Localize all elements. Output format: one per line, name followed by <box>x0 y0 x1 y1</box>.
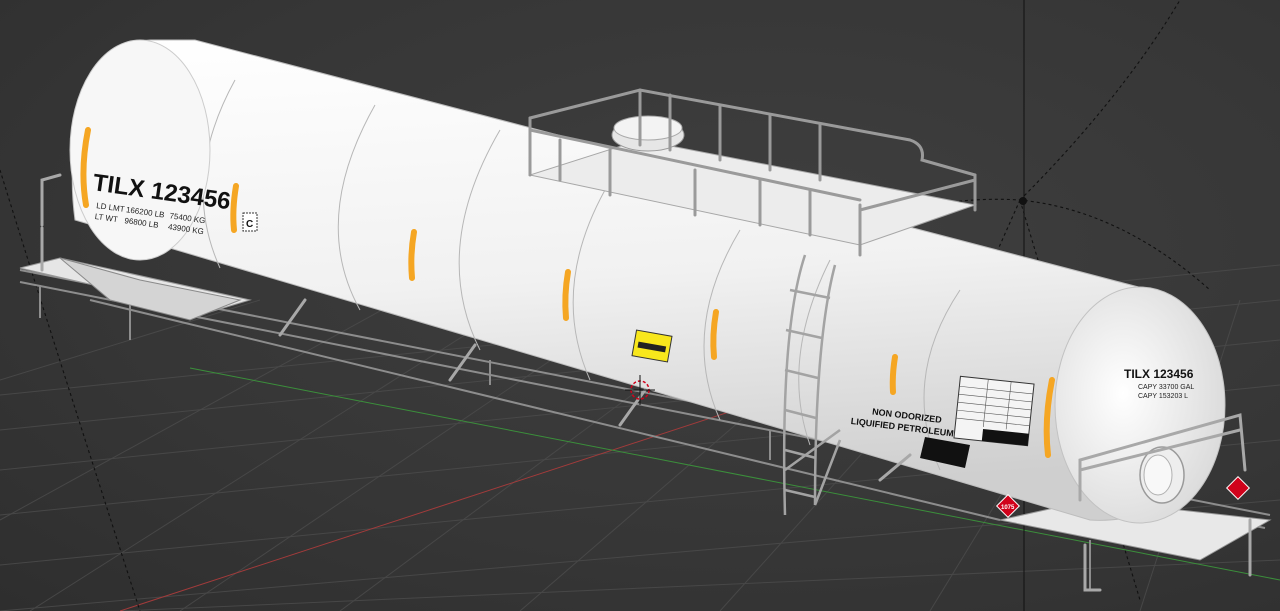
reporting-mark-end: TILX 123456 <box>1124 367 1194 381</box>
spec-plate <box>953 375 1035 447</box>
capacity-gal: CAPY 33700 GAL <box>1138 384 1194 391</box>
end-manway <box>1139 446 1185 504</box>
bolster-left <box>59 257 242 321</box>
pivot-point-icon[interactable] <box>1019 197 1027 205</box>
svg-text:C: C <box>246 219 253 230</box>
class-badge: C <box>242 212 258 232</box>
tank-body[interactable] <box>71 39 1226 524</box>
hazmat-placard-right <box>1225 475 1251 501</box>
svg-text:1075: 1075 <box>1001 505 1015 511</box>
scene-canvas[interactable]: TILX 123456 LD LMT 166200 LB 75400 KG LT… <box>0 0 1280 611</box>
3d-viewport[interactable]: TILX 123456 LD LMT 166200 LB 75400 KG LT… <box>0 0 1280 611</box>
capacity-l: CAPY 153203 L <box>1138 393 1188 400</box>
